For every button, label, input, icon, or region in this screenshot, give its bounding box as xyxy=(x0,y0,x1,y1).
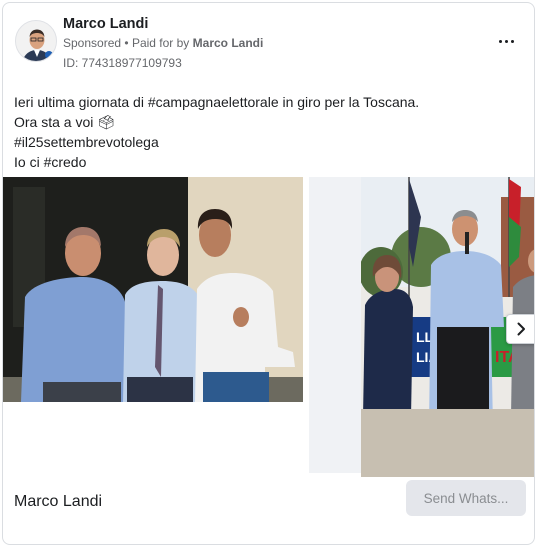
post-line: Io ci #credo xyxy=(14,154,87,170)
ad-card: Marco Landi Sponsored • Paid for by Marc… xyxy=(2,2,535,545)
more-options-icon xyxy=(498,39,502,43)
more-options-button[interactable] xyxy=(494,31,518,51)
carousel-image-1[interactable] xyxy=(3,177,303,402)
separator: • xyxy=(124,36,129,50)
sponsored-line: Sponsored • Paid for by Marco Landi xyxy=(63,36,263,50)
chevron-right-icon xyxy=(517,322,525,336)
more-options-icon-dot xyxy=(504,39,508,43)
sponsored-label: Sponsored xyxy=(63,36,122,50)
paid-for-name: Marco Landi xyxy=(192,36,264,50)
post-text: Ieri ultima giornata di #campagnaelettor… xyxy=(14,92,514,172)
avatar[interactable] xyxy=(15,20,57,62)
post-line: Ieri ultima giornata di #campagnaelettor… xyxy=(14,94,420,110)
ad-id: ID: 774318977109793 xyxy=(63,56,182,70)
more-options-icon-dot xyxy=(510,39,514,43)
post-line: #il25settembrevotolega xyxy=(14,134,159,150)
page-name[interactable]: Marco Landi xyxy=(63,16,148,32)
carousel-next-button[interactable] xyxy=(506,314,534,344)
photo-three-men xyxy=(3,177,303,402)
paid-for-prefix: Paid for by xyxy=(131,36,190,50)
carousel-divider xyxy=(309,177,361,473)
send-whatsapp-button[interactable]: Send Whats... xyxy=(406,480,526,516)
image-carousel: LLI LIA ITAL xyxy=(3,177,534,479)
profile-photo xyxy=(16,21,56,61)
post-line: Ora sta a voi 🗳 xyxy=(14,114,116,130)
cta-title: Marco Landi xyxy=(14,493,103,510)
